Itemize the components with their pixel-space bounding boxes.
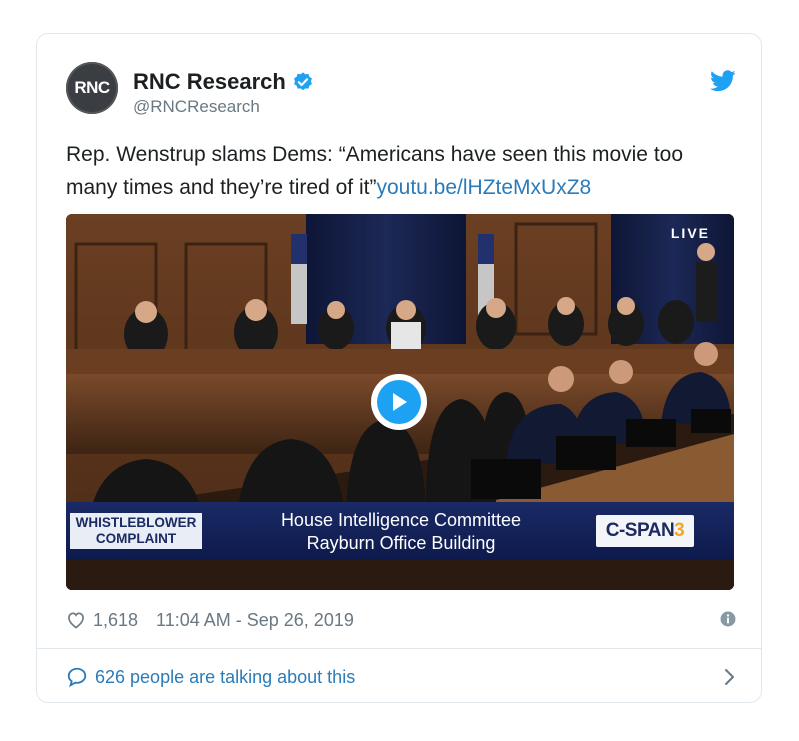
play-icon	[393, 393, 407, 411]
divider	[37, 648, 761, 649]
timestamp[interactable]: 11:04 AM - Sep 26, 2019	[156, 610, 354, 631]
heart-icon[interactable]	[66, 610, 86, 630]
info-icon[interactable]	[720, 611, 736, 627]
chevron-right-icon	[725, 669, 734, 685]
network-logo-text: C-SPAN3	[605, 520, 685, 541]
handle[interactable]: @RNCResearch	[133, 97, 260, 117]
network-logo-number: 3	[674, 520, 685, 541]
video-player[interactable]: LIVE WHISTLEBLOWER COMPLAINT House Intel…	[66, 214, 734, 590]
like-count[interactable]: 1,618	[93, 610, 138, 631]
tweet-meta: 1,618 11:04 AM - Sep 26, 2019	[66, 608, 736, 632]
lower-third-caption: House Intelligence Committee Rayburn Off…	[226, 509, 576, 555]
play-button[interactable]	[371, 374, 427, 430]
lower-third-caption-line-1: House Intelligence Committee	[280, 510, 522, 530]
conversation-text: 626 people are talking about this	[95, 666, 356, 687]
lower-third-topic: WHISTLEBLOWER COMPLAINT	[70, 513, 202, 549]
lower-third-topic-line-2: COMPLAINT	[95, 531, 177, 546]
name-row: RNC Research	[133, 69, 314, 95]
tweet-text: Rep. Wenstrup slams Dems: “Americans hav…	[66, 138, 736, 204]
verified-badge-icon	[293, 72, 312, 91]
broadcast-lower-third: WHISTLEBLOWER COMPLAINT House Intelligen…	[66, 502, 734, 560]
live-label: LIVE	[670, 225, 710, 241]
display-name[interactable]: RNC Research	[133, 69, 286, 95]
speech-bubble-icon	[67, 667, 87, 688]
network-logo: C-SPAN3	[596, 515, 694, 547]
conversation-link[interactable]: 626 people are talking about this	[66, 664, 736, 690]
lower-third-topic-line-1: WHISTLEBLOWER	[75, 515, 197, 530]
avatar[interactable]: RNC	[66, 62, 118, 114]
tweet-header: RNC RNC Research @RNCResearch	[66, 62, 736, 122]
embedded-tweet-card: RNC RNC Research @RNCResearch Rep. Wenst…	[36, 33, 762, 703]
twitter-bird-icon[interactable]	[710, 70, 736, 92]
avatar-text: RNC	[74, 78, 110, 97]
tweet-link[interactable]: youtu.be/lHZteMxUxZ8	[376, 176, 591, 199]
lower-third-caption-line-2: Rayburn Office Building	[306, 533, 496, 553]
